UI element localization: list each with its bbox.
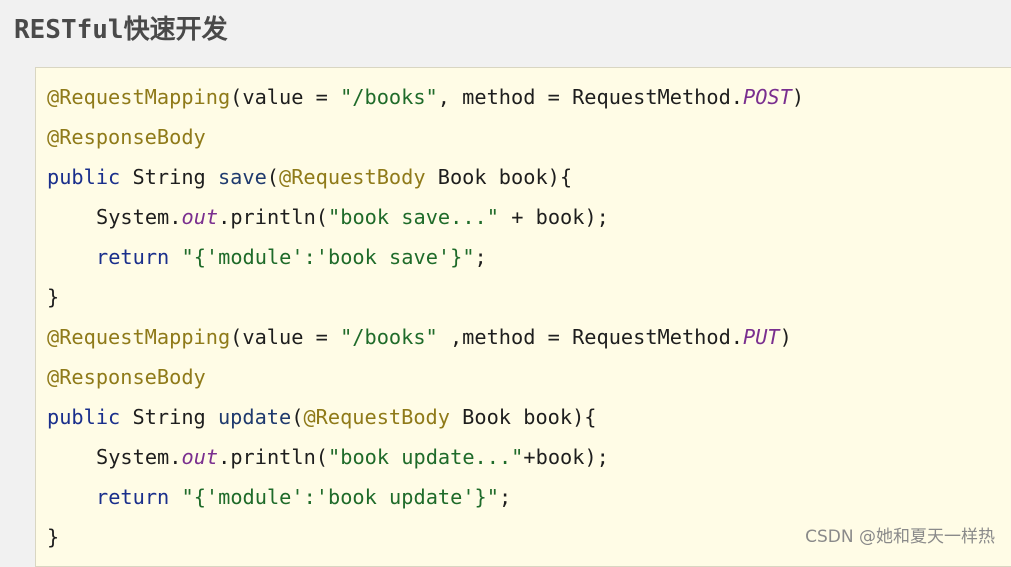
title-prefix: RESTful xyxy=(14,15,124,45)
code-text: ( xyxy=(291,405,304,429)
code-text: System. xyxy=(96,445,182,469)
code-line-11: return "{'module':'book update'}"; xyxy=(47,477,804,517)
string-literal: "/books" xyxy=(340,325,438,349)
code-text: ) xyxy=(791,85,805,109)
code-text: .println( xyxy=(218,205,329,229)
string-literal: "book update..." xyxy=(328,445,524,469)
method-name: save xyxy=(217,165,267,189)
code-line-3: public String save(@RequestBody Book boo… xyxy=(47,157,804,197)
code-line-7: @RequestMapping(value = "/books" ,method… xyxy=(47,317,804,357)
code-text: String xyxy=(120,405,218,429)
code-text: + book); xyxy=(498,205,609,229)
string-literal: "/books" xyxy=(340,85,438,109)
annotation: @RequestBody xyxy=(303,405,450,429)
closing-brace: } xyxy=(47,285,60,309)
code-text: String xyxy=(120,165,218,189)
static-field: out xyxy=(181,205,219,229)
code-text: ( xyxy=(266,165,280,189)
keyword: return xyxy=(96,245,170,269)
static-field: PUT xyxy=(743,325,780,349)
static-field: POST xyxy=(743,85,792,109)
code-line-5: return "{'module':'book save'}"; xyxy=(47,237,804,277)
code-line-9: public String update(@RequestBody Book b… xyxy=(47,397,804,437)
string-literal: "{'module':'book update'}" xyxy=(181,485,499,509)
code-text: Book book){ xyxy=(425,165,573,189)
code-text: ,method = RequestMethod. xyxy=(437,325,744,349)
annotation: @RequestBody xyxy=(279,165,426,189)
watermark: CSDN @她和夏天一样热 xyxy=(805,527,995,547)
code-text: +book); xyxy=(523,445,609,469)
code-line-1: @RequestMapping(value = "/books", method… xyxy=(47,77,804,117)
code-text: .println( xyxy=(218,445,329,469)
code-text: Book book){ xyxy=(449,405,597,429)
code-line-8: @ResponseBody xyxy=(47,357,804,397)
code-text: , method = RequestMethod. xyxy=(437,85,744,109)
code-line-10: System.out.println("book update..."+book… xyxy=(47,437,804,477)
keyword: public xyxy=(47,165,121,189)
title-suffix: 快速开发 xyxy=(123,15,228,45)
slide-title: RESTful快速开发 xyxy=(14,10,228,50)
string-literal: "book save..." xyxy=(328,205,499,229)
code-line-12: } xyxy=(47,517,804,557)
static-field: out xyxy=(181,445,219,469)
code-text: (value = xyxy=(230,325,341,349)
code-text: (value = xyxy=(230,85,341,109)
code-text: System. xyxy=(96,205,182,229)
closing-brace: } xyxy=(47,525,60,549)
annotation: @ResponseBody xyxy=(47,125,206,149)
code-text: ; xyxy=(474,245,487,269)
code-text: ; xyxy=(498,485,512,509)
code-text: ) xyxy=(779,325,792,349)
code-panel: @RequestMapping(value = "/books", method… xyxy=(35,67,1011,567)
code-line-4: System.out.println("book save..." + book… xyxy=(47,197,804,237)
annotation: @RequestMapping xyxy=(47,85,231,109)
code-block: @RequestMapping(value = "/books", method… xyxy=(47,77,804,557)
annotation: @RequestMapping xyxy=(47,325,231,349)
code-line-6: } xyxy=(47,277,804,317)
keyword: public xyxy=(47,405,121,429)
code-line-2: @ResponseBody xyxy=(47,117,804,157)
keyword: return xyxy=(96,485,170,509)
string-literal: "{'module':'book save'}" xyxy=(181,245,475,269)
annotation: @ResponseBody xyxy=(47,365,206,389)
method-name: update xyxy=(217,405,292,429)
